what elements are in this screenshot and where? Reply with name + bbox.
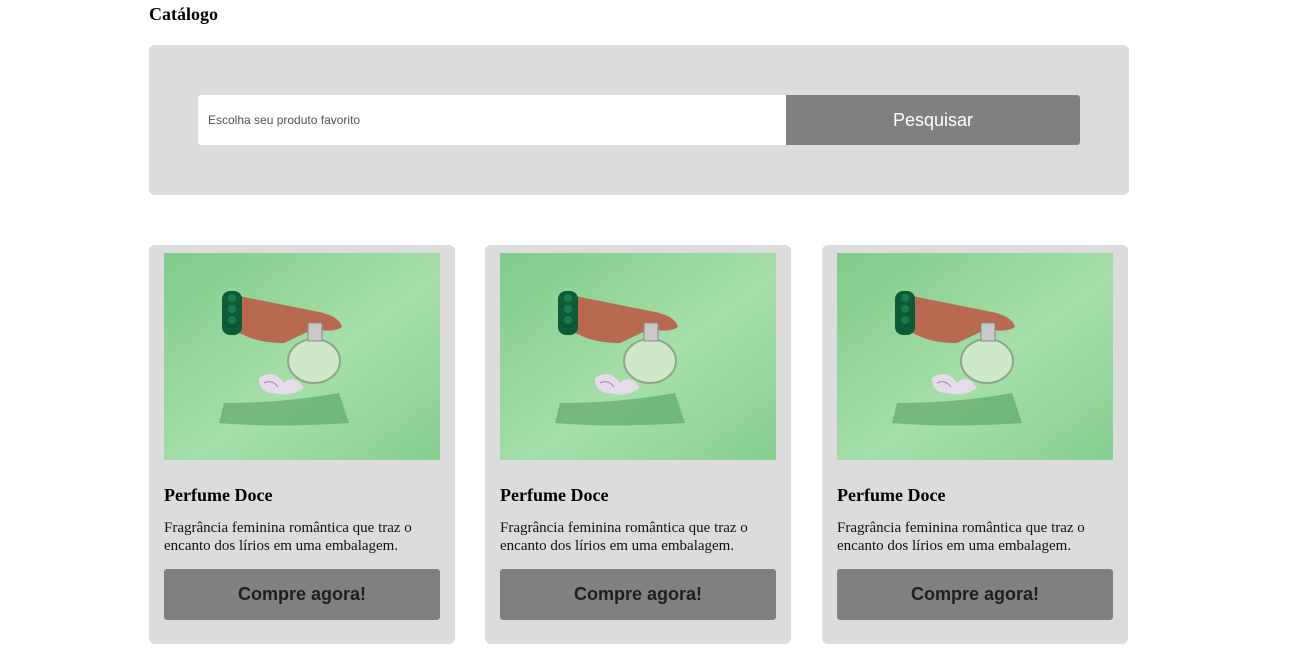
product-image [500, 253, 776, 460]
product-card: Perfume Doce Fragrância feminina românti… [822, 245, 1128, 644]
product-description: Fragrância feminina romântica que traz o… [837, 520, 1085, 554]
product-card: Perfume Doce Fragrância feminina românti… [149, 245, 455, 644]
product-description: Fragrância feminina romântica que traz o… [500, 520, 748, 554]
catalog-page: Catálogo Pesquisar [0, 0, 1298, 649]
product-description: Fragrância feminina romântica que traz o… [164, 520, 412, 554]
search-input[interactable] [198, 95, 786, 145]
product-card: Perfume Doce Fragrância feminina românti… [485, 245, 791, 644]
product-title: Perfume Doce [500, 485, 609, 505]
search-button[interactable]: Pesquisar [786, 95, 1080, 145]
product-title: Perfume Doce [164, 485, 273, 505]
buy-now-button[interactable]: Compre agora! [837, 569, 1113, 620]
product-title: Perfume Doce [837, 485, 946, 505]
buy-now-button[interactable]: Compre agora! [500, 569, 776, 620]
search-panel: Pesquisar [149, 45, 1129, 195]
page-title: Catálogo [149, 4, 218, 24]
product-image [837, 253, 1113, 460]
product-image [164, 253, 440, 460]
buy-now-button[interactable]: Compre agora! [164, 569, 440, 620]
